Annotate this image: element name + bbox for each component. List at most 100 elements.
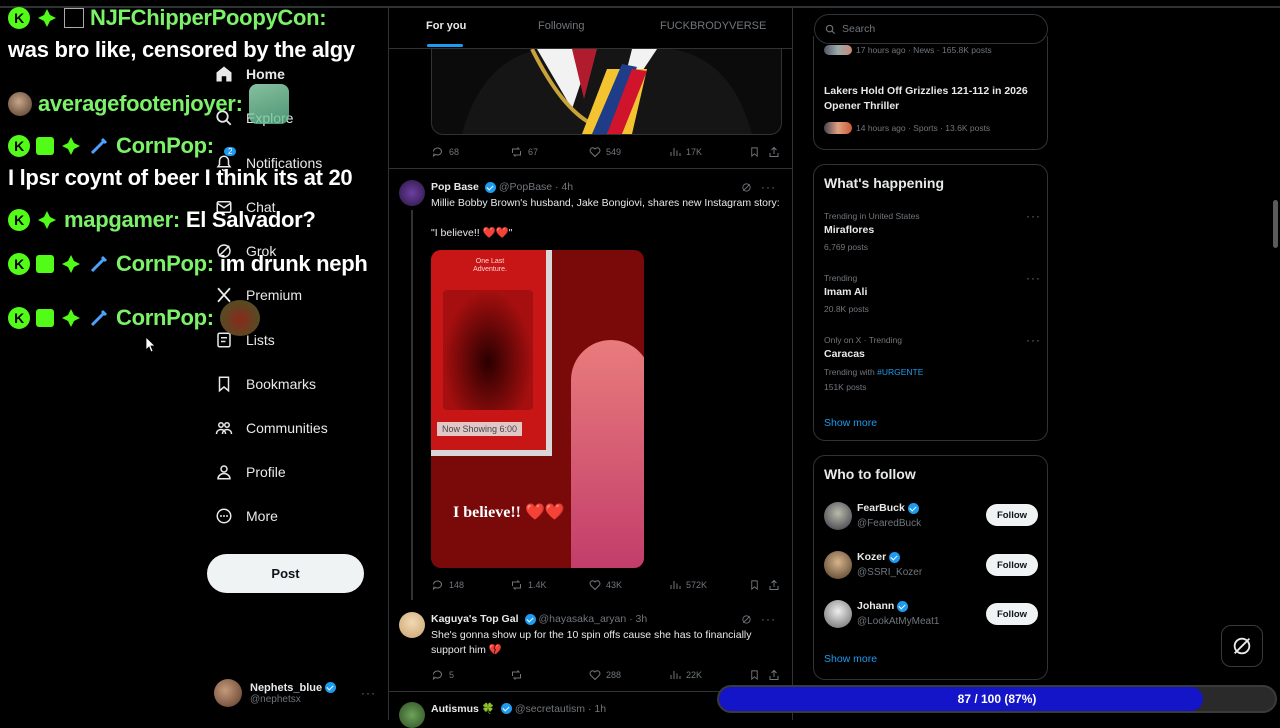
trend-name[interactable]: Caracas [824,348,865,360]
trend-name[interactable]: Miraflores [824,224,874,236]
tweet-media[interactable]: One Last Adventure. Now Showing 6:00 I b… [431,250,644,568]
bookmark-button[interactable] [749,579,760,591]
chat-text: im drunk neph [219,251,368,276]
bookmark-button[interactable] [749,669,760,681]
nav-bookmarks[interactable]: Bookmarks [214,367,316,401]
tab-for-you[interactable]: For you [426,20,466,32]
sword-badge-icon [88,135,110,157]
emote-icon [219,300,260,336]
nav-more[interactable]: More [214,499,278,533]
follow-suggestion-name[interactable]: Kozer [857,551,901,563]
nav-profile[interactable]: Profile [214,455,286,489]
account-name: Nephets_blue [250,681,323,694]
views-icon [670,581,681,589]
avatar[interactable] [399,702,425,728]
poster-art [443,290,533,410]
avatar[interactable] [824,502,852,530]
grok-button[interactable] [1221,625,1263,667]
share-button[interactable] [768,579,780,591]
repost-icon [512,670,521,680]
tab-following[interactable]: Following [538,20,584,32]
share-button[interactable] [768,146,780,158]
chat-text: El Salvador? [185,207,316,232]
account-handle: @nephetsx [250,693,301,705]
tweet-author[interactable]: Autismus 🍀 [431,702,495,715]
trend-name[interactable]: Imam Ali [824,286,867,298]
verified-icon [524,613,536,625]
tweet-author[interactable]: Kaguya's Top Gal [431,613,519,625]
tweet-handle[interactable]: @hayasaka_aryan · 3h [539,613,648,625]
grok-icon[interactable] [741,614,752,625]
grok-icon [1233,637,1251,655]
trend-more-icon[interactable]: ··· [1026,333,1041,347]
views-icon [670,148,681,156]
home-icon [214,64,234,84]
avatar[interactable] [399,180,425,206]
share-icon [769,146,779,157]
share-button[interactable] [768,669,780,681]
trend-hashtag[interactable]: #URGENTE [877,367,923,377]
trend-title[interactable]: Lakers Hold Off Grizzlies 121-112 in 202… [824,84,1034,114]
tweet-media[interactable] [431,49,782,135]
avatar[interactable] [399,612,425,638]
nav-label-bookmarks: Bookmarks [246,376,317,392]
follow-button[interactable]: Follow [986,603,1038,625]
grok-icon[interactable] [741,182,752,193]
follow-button[interactable]: Follow [986,554,1038,576]
chat-message: was bro like, censored by the algy [8,37,355,63]
gift-badge-icon [36,137,54,155]
avatar[interactable] [824,551,852,579]
person-figure [571,340,644,568]
diamond-badge-icon [60,307,82,329]
views-count: 572K [686,580,708,590]
views-button[interactable]: 22K [669,669,702,681]
like-button[interactable]: 288 [589,669,621,681]
repost-button[interactable]: 67 [510,146,538,158]
progress-label: 87 / 100 (87%) [957,692,1037,706]
like-button[interactable]: 549 [589,146,621,158]
repost-button[interactable]: 1.4K [510,579,547,591]
trend-more-icon[interactable]: ··· [1026,271,1041,285]
views-count: 17K [686,147,703,157]
tab-custom[interactable]: FUCKBRODYVERSE [660,20,766,32]
reply-count: 148 [449,580,465,590]
nav-communities[interactable]: Communities [214,411,328,445]
reply-count: 68 [449,147,460,157]
diamond-badge-icon [60,253,82,275]
person-icon [214,462,234,482]
reply-icon [432,147,442,158]
tweet-more-icon[interactable]: ··· [761,180,776,194]
tweet-author[interactable]: Pop Base [431,181,479,193]
views-button[interactable]: 17K [669,146,702,158]
account-switcher[interactable]: Nephets_blue @nephetsx ··· [214,676,376,710]
reply-button[interactable]: 5 [432,669,454,681]
scrollbar[interactable] [1273,200,1278,248]
panel-title: Who to follow [824,466,916,482]
like-button[interactable]: 43K [589,579,622,591]
repost-button[interactable] [510,669,528,681]
tweet-handle[interactable]: @PopBase · 4h [499,181,573,193]
views-button[interactable]: 572K [669,579,707,591]
bookmark-icon [751,147,758,158]
post-button[interactable]: Post [207,554,364,593]
chat-message: I lpsr coynt of beer I think its at 20 [8,165,353,191]
repost-count: 67 [528,147,539,157]
avatar[interactable] [824,600,852,628]
trend-with: Trending with #URGENTE [824,367,923,377]
follow-suggestion-name[interactable]: Johann [857,600,909,612]
reply-icon [432,670,442,681]
tweet-more-icon[interactable]: ··· [761,612,776,626]
user-avatar-icon [8,92,32,116]
reply-button[interactable]: 68 [432,146,459,158]
trend-item[interactable]: 17 hours ago · News · 165.8K posts [824,45,992,55]
bookmark-button[interactable] [749,146,760,158]
more-icon[interactable]: ··· [361,686,376,700]
trend-more-icon[interactable]: ··· [1026,209,1041,223]
reply-button[interactable]: 148 [432,579,464,591]
show-more-link[interactable]: Show more [824,417,877,429]
follow-suggestion-name[interactable]: FearBuck [857,502,919,514]
follow-button[interactable]: Follow [986,504,1038,526]
show-more-link[interactable]: Show more [824,653,877,665]
emote-icon [248,84,289,124]
tweet-handle[interactable]: @secretautism · 1h [515,703,606,715]
